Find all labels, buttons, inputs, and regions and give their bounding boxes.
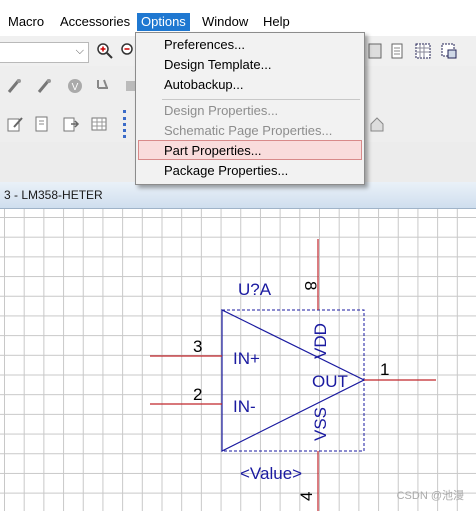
pin-vdd-name: VDD <box>311 323 330 359</box>
menu-accessories[interactable]: Accessories <box>56 13 134 31</box>
wire-icon[interactable] <box>6 77 24 95</box>
menu-item-autobackup[interactable]: Autobackup... <box>138 75 362 95</box>
schematic-canvas[interactable]: U?A <Value> 3 2 1 8 4 IN+ IN- OUT VDD VS… <box>0 209 476 511</box>
document-titlebar: 3 - LM358-HETER <box>0 182 476 209</box>
options-menu: Preferences... Design Template... Autoba… <box>135 32 365 185</box>
menu-item-design-template[interactable]: Design Template... <box>138 55 362 75</box>
zoom-in-icon[interactable] <box>96 42 114 60</box>
svg-text:V: V <box>72 82 79 93</box>
zoom-combo[interactable]: ⌵ <box>0 42 89 63</box>
part-reference[interactable]: U?A <box>238 280 272 299</box>
menu-item-design-properties: Design Properties... <box>164 103 279 118</box>
export-icon[interactable] <box>62 115 80 133</box>
table-icon[interactable] <box>90 115 108 133</box>
menu-bar: Macro Accessories Options Window Help <box>0 0 476 36</box>
menu-macro[interactable]: Macro <box>4 13 48 31</box>
properties-icon[interactable] <box>33 115 51 133</box>
menu-item-part-properties[interactable]: Part Properties... <box>138 140 362 160</box>
menu-separator <box>162 99 360 100</box>
chevron-down-icon[interactable]: ⌵ <box>76 45 84 58</box>
menu-item-schematic-page-properties: Schematic Page Properties... <box>164 123 333 138</box>
pin-3-number: 3 <box>193 337 202 356</box>
pin-1-number: 1 <box>380 360 389 379</box>
menu-options[interactable]: Options <box>137 13 190 31</box>
tool-icon-a[interactable] <box>366 42 384 60</box>
power-icon[interactable]: V <box>66 77 84 95</box>
area-select-icon[interactable] <box>440 42 458 60</box>
menu-help[interactable]: Help <box>259 13 294 31</box>
pin-8-number: 8 <box>301 281 320 290</box>
pin-in-plus-name: IN+ <box>233 349 260 368</box>
pin-vss-name: VSS <box>311 407 330 441</box>
pin-2-number: 2 <box>193 385 202 404</box>
pin-out-name: OUT <box>312 372 348 391</box>
menu-item-package-properties[interactable]: Package Properties... <box>138 161 362 181</box>
grid-select-icon[interactable] <box>414 42 432 60</box>
menu-item-preferences[interactable]: Preferences... <box>138 35 362 55</box>
page-icon[interactable] <box>388 42 406 60</box>
home-icon[interactable] <box>368 115 386 133</box>
schematic-drawing: U?A <Value> 3 2 1 8 4 IN+ IN- OUT VDD VS… <box>150 239 436 511</box>
toolbar-grip <box>123 110 129 138</box>
part-value[interactable]: <Value> <box>240 464 302 483</box>
menu-window[interactable]: Window <box>198 13 252 31</box>
watermark: CSDN @池漫 <box>396 490 464 502</box>
document-title: 3 - LM358-HETER <box>4 188 103 202</box>
pin-4-number: 4 <box>297 492 316 501</box>
ground-icon[interactable] <box>94 77 112 95</box>
pin-in-minus-name: IN- <box>233 397 256 416</box>
edit-icon[interactable] <box>6 115 24 133</box>
bus-icon[interactable] <box>36 77 54 95</box>
